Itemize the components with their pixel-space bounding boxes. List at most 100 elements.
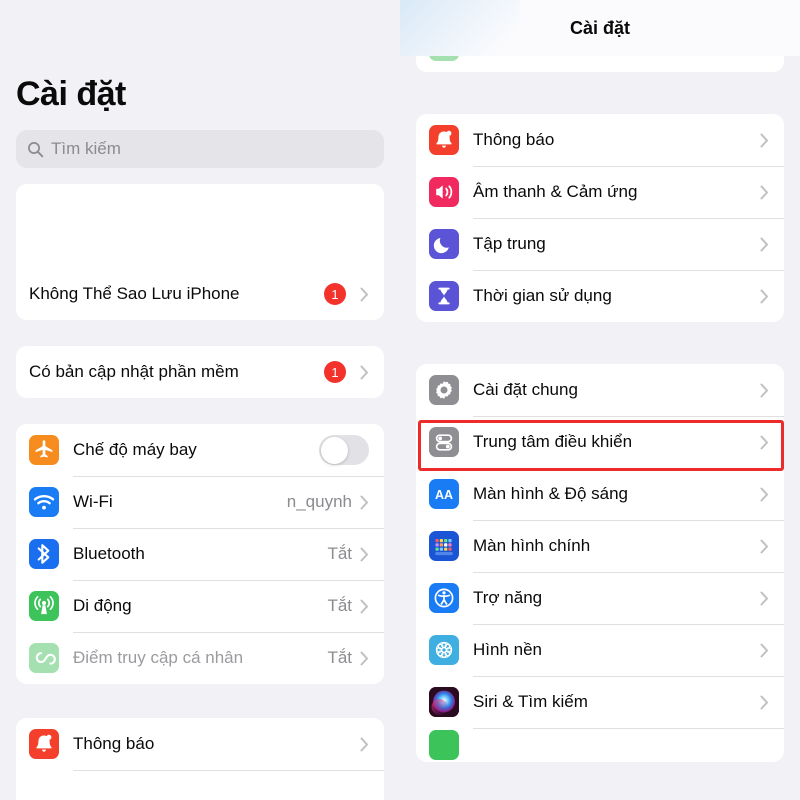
display-aa-icon: AA — [429, 479, 459, 509]
software-update-card: Có bản cập nhật phần mềm 1 — [16, 346, 384, 398]
status-badge: 1 — [324, 283, 346, 305]
row-label: Thời gian sử dụng — [473, 286, 612, 305]
row-label: Màn hình & Độ sáng — [473, 484, 628, 503]
settings-scroll-content: Di động Tắt Điểm truy cập cá nhân Tắt — [400, 0, 800, 762]
chevron-right-icon — [360, 495, 368, 509]
general-group: Cài đặt chung Trung tâm điều khiển AA Mà… — [416, 364, 784, 762]
chevron-right-icon — [760, 591, 768, 605]
row-airplane-mode[interactable]: Chế độ máy bay — [16, 424, 384, 476]
chevron-right-icon — [760, 435, 768, 449]
row-backup-failed[interactable]: Không Thể Sao Lưu iPhone 1 — [16, 268, 384, 320]
account-card: Không Thể Sao Lưu iPhone 1 — [16, 184, 384, 320]
bell-icon — [429, 125, 459, 155]
search-placeholder: Tìm kiếm — [51, 139, 121, 158]
row-label: Wi-Fi — [73, 492, 113, 511]
chevron-right-icon — [760, 133, 768, 147]
row-label: Di động — [73, 596, 132, 615]
row-sounds-haptics[interactable]: Âm thanh & Cảm ứng — [416, 166, 784, 218]
row-control-center[interactable]: Trung tâm điều khiển — [416, 416, 784, 468]
chevron-right-icon — [360, 737, 368, 751]
chevron-right-icon — [360, 599, 368, 613]
row-value: Tắt — [327, 648, 352, 667]
right-settings-panel: Di động Tắt Điểm truy cập cá nhân Tắt — [400, 0, 800, 800]
cellular-icon — [29, 591, 59, 621]
row-label: Hình nền — [473, 640, 542, 659]
row-next-partial[interactable] — [416, 728, 784, 762]
row-label: Điểm truy cập cá nhân — [73, 648, 244, 667]
row-label: Trung tâm điều khiển — [473, 432, 633, 451]
siri-icon — [429, 687, 459, 717]
navigation-bar: Cài đặt — [400, 0, 800, 56]
status-badge: 1 — [324, 361, 346, 383]
row-siri-search[interactable]: Siri & Tìm kiếm — [416, 676, 784, 728]
accessibility-icon — [429, 583, 459, 613]
row-label: Tập trung — [473, 234, 546, 253]
row-label: Chế độ máy bay — [73, 440, 197, 459]
row-home-screen[interactable]: Màn hình chính — [416, 520, 784, 572]
row-label: Có bản cập nhật phần mềm — [29, 362, 239, 381]
chevron-right-icon — [760, 487, 768, 501]
row-general-settings[interactable]: Cài đặt chung — [416, 364, 784, 416]
row-cellular[interactable]: Di động Tắt — [16, 580, 384, 632]
row-notifications[interactable]: Thông báo — [16, 718, 384, 770]
chevron-right-icon — [760, 237, 768, 251]
search-input[interactable]: Tìm kiếm — [16, 130, 384, 168]
connectivity-card: Chế độ máy bay Wi-Fi n_quynh Bluetooth T… — [16, 424, 384, 684]
row-wallpaper[interactable]: Hình nền — [416, 624, 784, 676]
row-software-update[interactable]: Có bản cập nhật phần mềm 1 — [16, 346, 384, 398]
wifi-icon — [29, 487, 59, 517]
left-settings-panel: Cài đặt Tìm kiếm Không Thể Sao Lưu iPhon… — [0, 0, 400, 800]
control-center-icon — [429, 427, 459, 457]
row-focus[interactable]: Tập trung — [416, 218, 784, 270]
svg-text:AA: AA — [435, 488, 453, 502]
row-wifi[interactable]: Wi-Fi n_quynh — [16, 476, 384, 528]
row-notifications[interactable]: Thông báo — [416, 114, 784, 166]
chevron-right-icon — [760, 695, 768, 709]
row-label: Trợ năng — [473, 588, 543, 607]
row-label: Màn hình chính — [473, 536, 591, 555]
row-screen-time[interactable]: Thời gian sử dụng — [416, 270, 784, 322]
bluetooth-icon — [29, 539, 59, 569]
page-title: Cài đặt — [16, 75, 126, 113]
nav-bar-tint — [400, 0, 520, 56]
row-label: Âm thanh & Cảm ứng — [473, 182, 638, 201]
chevron-right-icon — [760, 643, 768, 657]
moon-icon — [429, 229, 459, 259]
row-display-brightness[interactable]: AA Màn hình & Độ sáng — [416, 468, 784, 520]
notifications-card: Thông báo — [16, 718, 384, 800]
search-icon — [28, 141, 44, 157]
chevron-right-icon — [360, 365, 368, 379]
airplane-mode-toggle[interactable] — [319, 435, 369, 465]
row-label: Thông báo — [473, 130, 555, 149]
wallpaper-icon — [429, 635, 459, 665]
chevron-right-icon — [360, 547, 368, 561]
chevron-right-icon — [760, 539, 768, 553]
chevron-right-icon — [760, 383, 768, 397]
avatar-placeholder-area[interactable] — [16, 184, 384, 268]
speaker-icon — [429, 177, 459, 207]
row-value: Tắt — [327, 596, 352, 615]
nav-title: Cài đặt — [569, 17, 630, 38]
chevron-right-icon — [360, 287, 368, 301]
hotspot-icon — [29, 643, 59, 673]
hourglass-icon — [429, 281, 459, 311]
chevron-right-icon — [760, 185, 768, 199]
gear-icon — [429, 375, 459, 405]
chevron-right-icon — [360, 651, 368, 665]
row-placeholder-below[interactable] — [16, 770, 384, 800]
row-label: Cài đặt chung — [473, 380, 578, 399]
row-value: Tắt — [327, 544, 352, 563]
row-value: n_quynh — [286, 492, 352, 511]
row-bluetooth[interactable]: Bluetooth Tắt — [16, 528, 384, 580]
airplane-icon — [29, 435, 59, 465]
row-personal-hotspot[interactable]: Điểm truy cập cá nhân Tắt — [16, 632, 384, 684]
row-accessibility[interactable]: Trợ năng — [416, 572, 784, 624]
bell-icon — [29, 729, 59, 759]
notifications-group: Thông báo Âm thanh & Cảm ứng Tập trung T… — [416, 114, 784, 322]
row-label: Bluetooth — [73, 544, 145, 563]
settings-comparison-screenshot: Cài đặt Tìm kiếm Không Thể Sao Lưu iPhon… — [0, 0, 800, 800]
home-screen-icon — [429, 531, 459, 561]
chevron-right-icon — [760, 289, 768, 303]
row-label: Siri & Tìm kiếm — [473, 692, 588, 711]
partial-green-icon — [429, 730, 459, 760]
